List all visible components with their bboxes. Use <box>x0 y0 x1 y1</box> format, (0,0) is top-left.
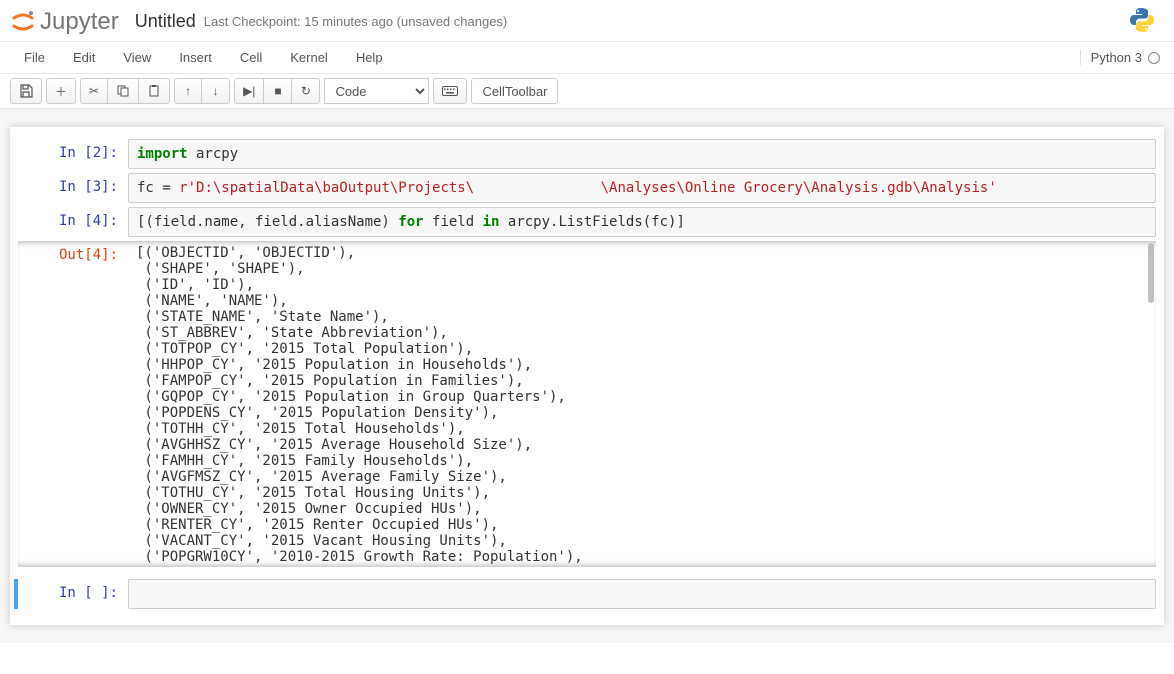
logo-text: Jupyter <box>40 8 119 36</box>
header: Jupyter Untitled Last Checkpoint: 15 min… <box>0 0 1174 41</box>
move-up-button[interactable]: ↑ <box>174 78 202 104</box>
input-prompt: In [4]: <box>18 207 128 237</box>
code-cell[interactable]: In [4]: [(field.name, field.aliasName) f… <box>18 207 1156 237</box>
code-input[interactable]: import arcpy <box>128 139 1156 169</box>
arrow-down-icon: ↓ <box>213 84 219 98</box>
menu-edit[interactable]: Edit <box>59 42 109 73</box>
kernel-status-icon <box>1148 52 1160 64</box>
menu-insert[interactable]: Insert <box>165 42 226 73</box>
keyboard-icon <box>442 86 458 96</box>
arrow-up-icon: ↑ <box>185 84 191 98</box>
input-prompt: In [3]: <box>18 173 128 203</box>
copy-button[interactable] <box>108 78 139 104</box>
scissors-icon: ✂ <box>89 84 99 98</box>
scrollbar[interactable] <box>1148 243 1154 303</box>
menu-cell[interactable]: Cell <box>226 42 276 73</box>
menu-view[interactable]: View <box>109 42 165 73</box>
save-button[interactable] <box>10 78 42 104</box>
add-cell-button[interactable]: ＋ <box>46 78 76 104</box>
checkpoint-text: Last Checkpoint: 15 minutes ago (unsaved… <box>204 14 508 29</box>
refresh-icon: ↻ <box>301 84 311 98</box>
jupyter-logo[interactable]: Jupyter <box>10 8 119 36</box>
code-cell[interactable]: In [3]: fc = r'D:\spatialData\baOutput\P… <box>18 173 1156 203</box>
menu-help[interactable]: Help <box>342 42 397 73</box>
move-down-button[interactable]: ↓ <box>202 78 230 104</box>
copy-icon <box>116 84 130 98</box>
toolbar: ＋ ✂ ↑ ↓ ▶| ■ ↻ Code CellToolbar <box>0 74 1174 109</box>
kernel-indicator: Python 3 <box>1080 50 1164 65</box>
paste-button[interactable] <box>139 78 170 104</box>
input-prompt: In [2]: <box>18 139 128 169</box>
cell-type-select[interactable]: Code <box>324 78 429 104</box>
output-text: [('OBJECTID', 'OBJECTID'), ('SHAPE', 'SH… <box>128 241 1156 565</box>
plus-icon: ＋ <box>55 83 67 100</box>
code-input[interactable]: [(field.name, field.aliasName) for field… <box>128 207 1156 237</box>
step-forward-icon: ▶| <box>243 84 255 98</box>
paste-icon <box>147 84 161 98</box>
code-input[interactable]: fc = r'D:\spatialData\baOutput\Projects\… <box>128 173 1156 203</box>
output-prompt: Out[4]: <box>18 241 128 565</box>
output-scroll-area[interactable]: Out[4]: [('OBJECTID', 'OBJECTID'), ('SHA… <box>18 241 1156 567</box>
code-input[interactable] <box>128 579 1156 609</box>
code-cell[interactable]: In [2]: import arcpy <box>18 139 1156 169</box>
menubar: File Edit View Insert Cell Kernel Help P… <box>0 41 1174 74</box>
output-cell: Out[4]: [('OBJECTID', 'OBJECTID'), ('SHA… <box>18 241 1156 565</box>
menu: File Edit View Insert Cell Kernel Help <box>10 42 397 73</box>
cell-toolbar-button[interactable]: CellToolbar <box>471 78 558 104</box>
python-icon <box>1128 6 1156 37</box>
cut-button[interactable]: ✂ <box>80 78 108 104</box>
menu-kernel[interactable]: Kernel <box>276 42 342 73</box>
input-prompt: In [ ]: <box>18 579 128 609</box>
menu-file[interactable]: File <box>10 42 59 73</box>
command-palette-button[interactable] <box>433 78 467 104</box>
notebook-title[interactable]: Untitled <box>135 11 196 32</box>
kernel-name: Python 3 <box>1091 50 1142 65</box>
restart-button[interactable]: ↻ <box>292 78 320 104</box>
code-cell-selected[interactable]: In [ ]: <box>14 579 1156 609</box>
run-button[interactable]: ▶| <box>234 78 264 104</box>
notebook: In [2]: import arcpy In [3]: fc = r'D:\s… <box>10 127 1164 625</box>
stop-icon: ■ <box>274 84 281 98</box>
interrupt-button[interactable]: ■ <box>264 78 292 104</box>
notebook-container: In [2]: import arcpy In [3]: fc = r'D:\s… <box>0 109 1174 643</box>
jupyter-icon <box>10 9 36 35</box>
